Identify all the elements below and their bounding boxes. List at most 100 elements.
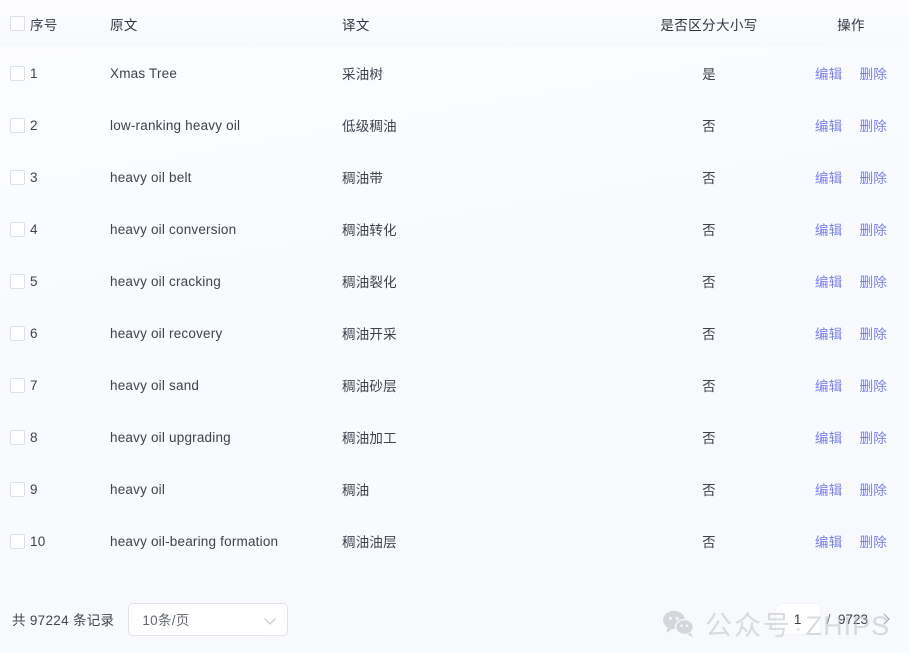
row-checkbox[interactable] [10, 65, 25, 81]
table-row: 1 Xmas Tree 采油树 是 编辑 删除 [0, 47, 909, 99]
cell-case-sensitive: 否 [702, 119, 716, 134]
row-select-cell [0, 377, 30, 393]
column-header-source: 原文 [110, 17, 138, 33]
row-checkbox[interactable] [10, 325, 25, 341]
terminology-table-page: 序号 原文 译文 是否区分大小写 操作 1 Xmas Tree 采油树是编辑 删除 2 l… [0, 0, 909, 653]
cell-actions: 编辑 删除 [799, 427, 909, 447]
cell-target: 稠油转化 [342, 223, 397, 238]
cell-index: 5 [30, 273, 38, 289]
row-checkbox[interactable] [10, 117, 25, 133]
cell-source: heavy oil recovery [110, 325, 223, 341]
column-header-index: 序号 [30, 17, 58, 33]
terminology-table: 序号 原文 译文 是否区分大小写 操作 1 Xmas Tree 采油树是编辑 删除 2 l… [0, 0, 909, 567]
delete-button[interactable]: 删除 [860, 375, 888, 395]
delete-button[interactable]: 删除 [860, 531, 888, 551]
delete-button[interactable]: 删除 [860, 323, 888, 343]
cell-case-sensitive: 否 [702, 483, 716, 498]
edit-button[interactable]: 编辑 [815, 375, 843, 395]
cell-actions: 编辑 删除 [799, 271, 909, 291]
cell-index: 6 [30, 325, 38, 341]
edit-button[interactable]: 编辑 [815, 167, 843, 187]
cell-target: 稠油油层 [342, 535, 397, 550]
row-checkbox[interactable] [10, 481, 25, 497]
column-header-actions: 操作 [837, 17, 865, 33]
cell-actions: 编辑 删除 [799, 167, 909, 187]
table-row: 2 low-ranking heavy oil 低级稠油 否 编辑 删除 [0, 99, 909, 151]
delete-button[interactable]: 删除 [860, 167, 888, 187]
total-pages-label: 9723 [837, 611, 868, 627]
cell-target: 稠油加工 [342, 431, 397, 446]
row-checkbox[interactable] [10, 169, 25, 185]
chevron-down-icon [265, 613, 277, 625]
table-row: 6 heavy oil recovery 稠油开采 否 编辑 删除 [0, 307, 909, 359]
cell-case-sensitive: 是 [702, 67, 716, 82]
table-body: 1 Xmas Tree 采油树是编辑 删除 2 low-ranking heavy oil… [0, 47, 909, 567]
cell-index: 10 [30, 533, 46, 549]
column-header-case-sensitive: 是否区分大小写 [660, 17, 758, 33]
cell-source: heavy oil conversion [110, 221, 237, 237]
cell-index: 9 [30, 481, 38, 497]
cell-source: low-ranking heavy oil [110, 117, 241, 133]
edit-button[interactable]: 编辑 [815, 479, 843, 499]
edit-button[interactable]: 编辑 [815, 427, 843, 447]
cell-index: 2 [30, 117, 38, 133]
table-row: 5 heavy oil cracking 稠油裂化 否 编辑 删除 [0, 255, 909, 307]
cell-case-sensitive: 否 [702, 327, 716, 342]
cell-source: heavy oil cracking [110, 273, 221, 289]
cell-index: 4 [30, 221, 38, 237]
cell-index: 1 [30, 65, 38, 81]
total-records-label: 共 97224 条记录 [12, 613, 115, 628]
cell-actions: 编辑 删除 [799, 323, 909, 343]
row-checkbox[interactable] [10, 533, 25, 549]
delete-button[interactable]: 删除 [860, 219, 888, 239]
row-checkbox[interactable] [10, 221, 25, 237]
delete-button[interactable]: 删除 [860, 115, 888, 135]
row-select-cell [0, 221, 30, 237]
cell-source: heavy oil sand [110, 377, 200, 393]
row-checkbox[interactable] [10, 429, 25, 445]
page-number-input[interactable] [775, 604, 820, 634]
table-row: 8 heavy oil upgrading 稠油加工 否 编辑 删除 [0, 411, 909, 463]
cell-target: 采油树 [342, 67, 384, 82]
edit-button[interactable]: 编辑 [815, 323, 843, 343]
edit-button[interactable]: 编辑 [815, 531, 843, 551]
delete-button[interactable]: 删除 [860, 63, 888, 83]
cell-actions: 编辑 删除 [799, 115, 909, 135]
edit-button[interactable]: 编辑 [815, 115, 843, 135]
cell-actions: 编辑 删除 [799, 375, 909, 395]
cell-source: Xmas Tree [110, 65, 178, 81]
cell-case-sensitive: 否 [702, 535, 716, 550]
cell-case-sensitive: 否 [702, 171, 716, 186]
pagination: / 9723 [775, 604, 895, 634]
edit-button[interactable]: 编辑 [815, 219, 843, 239]
table-row: 4 heavy oil conversion 稠油转化 否 编辑 删除 [0, 203, 909, 255]
edit-button[interactable]: 编辑 [815, 271, 843, 291]
cell-source: heavy oil upgrading [110, 429, 231, 445]
cell-target: 稠油裂化 [342, 275, 397, 290]
select-all-checkbox[interactable] [10, 16, 25, 31]
delete-button[interactable]: 删除 [860, 271, 888, 291]
page-size-value: 10条/页 [142, 613, 190, 628]
pagination-separator: / [826, 611, 831, 627]
row-select-cell [0, 533, 30, 549]
cell-target: 低级稠油 [342, 119, 397, 134]
page-size-select[interactable]: 10条/页 [128, 602, 289, 636]
row-checkbox[interactable] [10, 377, 25, 393]
cell-target: 稠油开采 [342, 327, 397, 342]
table-header-row: 序号 原文 译文 是否区分大小写 操作 [0, 0, 909, 47]
row-select-cell [0, 169, 30, 185]
table-row: 10 heavy oil-bearing formation 稠油油层 否 编辑 删除 [0, 515, 909, 567]
delete-button[interactable]: 删除 [860, 479, 888, 499]
cell-target: 稠油砂层 [342, 379, 397, 394]
cell-actions: 编辑 删除 [799, 531, 909, 551]
row-checkbox[interactable] [10, 273, 25, 289]
delete-button[interactable]: 删除 [860, 427, 888, 447]
edit-button[interactable]: 编辑 [815, 63, 843, 83]
cell-actions: 编辑 删除 [799, 63, 909, 83]
table-row: 3 heavy oil belt 稠油带 否 编辑 删除 [0, 151, 909, 203]
chevron-right-icon[interactable] [875, 606, 895, 632]
cell-case-sensitive: 否 [702, 275, 716, 290]
cell-source: heavy oil-bearing formation [110, 533, 279, 549]
row-select-cell [0, 117, 30, 133]
cell-target: 稠油 [342, 483, 370, 498]
